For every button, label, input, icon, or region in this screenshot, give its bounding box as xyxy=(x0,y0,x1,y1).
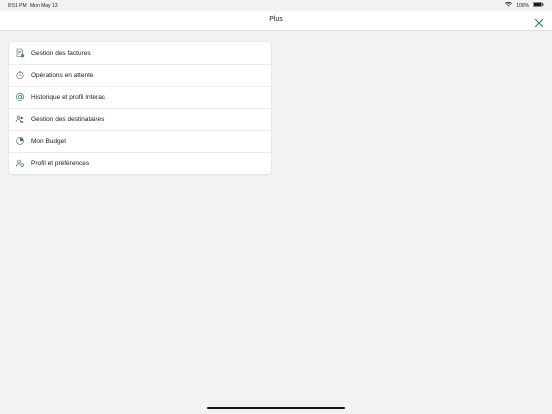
at-icon xyxy=(16,93,24,101)
status-indicators: 100% xyxy=(505,1,544,9)
close-icon xyxy=(534,18,544,28)
menu-item-budget[interactable]: Mon Budget xyxy=(9,130,271,152)
menu-item-label: Profil et préférences xyxy=(31,159,90,167)
menu-item-interac-history[interactable]: Historique et profil Interac xyxy=(9,86,271,108)
menu-item-bill-management[interactable]: Gestion des factures xyxy=(9,42,271,64)
bill-icon xyxy=(16,48,25,58)
page-title: Plus xyxy=(269,16,283,23)
wifi-icon xyxy=(505,1,513,9)
profile-settings-icon xyxy=(15,159,25,167)
status-time: 8:51 PM xyxy=(8,3,27,9)
pending-icon xyxy=(16,70,24,80)
nav-bar: Plus xyxy=(0,11,552,31)
menu-item-profile-preferences[interactable]: Profil et préférences xyxy=(9,152,271,174)
menu-item-label: Gestion des destinataires xyxy=(31,115,105,123)
budget-icon xyxy=(16,137,24,145)
menu-item-label: Opérations en attente xyxy=(31,71,94,79)
battery-percent: 100% xyxy=(516,2,529,9)
menu-item-label: Gestion des factures xyxy=(31,49,91,57)
home-indicator[interactable] xyxy=(207,407,345,409)
battery-icon xyxy=(533,2,544,9)
close-button[interactable] xyxy=(534,15,544,28)
menu-item-recipients[interactable]: Gestion des destinataires xyxy=(9,108,271,130)
menu-list: Gestion des factures Opérations en atten… xyxy=(9,42,271,174)
screen: 8:51 PM Mon May 13 100% Plus Gestion des… xyxy=(0,0,552,414)
status-bar: 8:51 PM Mon May 13 100% xyxy=(0,0,552,11)
menu-item-label: Mon Budget xyxy=(31,137,67,145)
recipients-icon xyxy=(15,115,24,123)
menu-item-pending-operations[interactable]: Opérations en attente xyxy=(9,64,271,86)
menu-item-label: Historique et profil Interac xyxy=(31,93,106,101)
status-date: Mon May 13 xyxy=(30,3,58,9)
